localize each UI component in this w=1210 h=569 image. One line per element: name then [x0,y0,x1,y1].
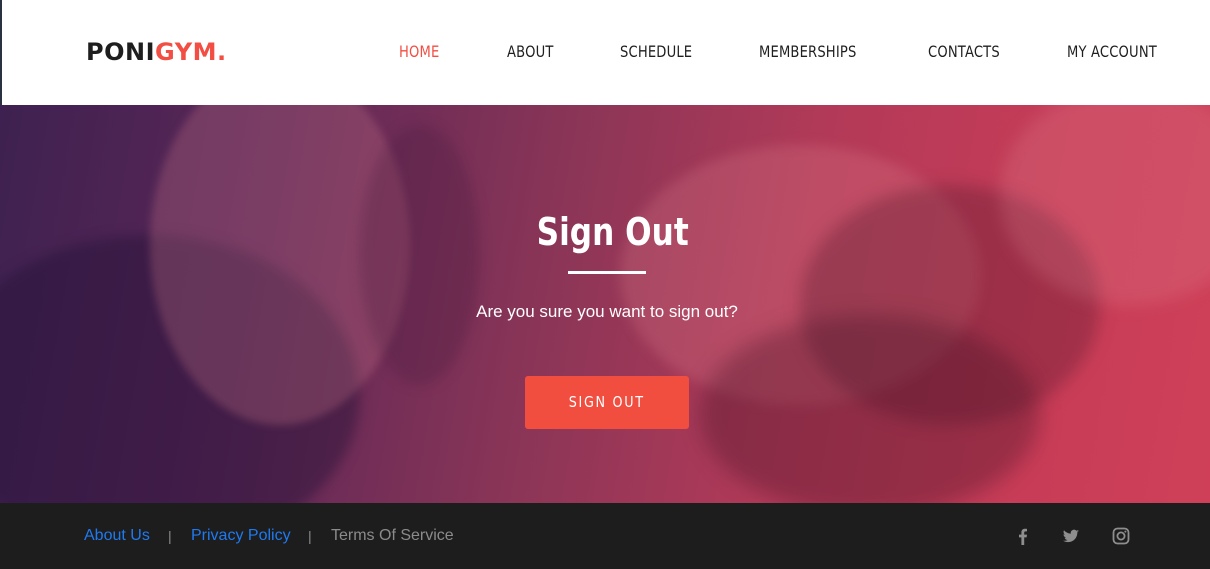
footer-link-terms-of-service[interactable]: Terms Of Service [331,525,454,547]
site-header: PONIGYM. HOME ABOUT SCHEDULE MEMBERSHIPS… [0,0,1210,105]
facebook-icon[interactable] [1012,525,1034,547]
main-nav: HOME ABOUT SCHEDULE MEMBERSHIPS CONTACTS… [2,40,1210,64]
nav-home[interactable]: HOME [399,40,439,64]
hero-background-shape [700,315,1040,503]
nav-memberships[interactable]: MEMBERSHIPS [759,40,856,64]
footer-separator: | [168,528,172,544]
hero-section: Sign Out Are you sure you want to sign o… [0,105,1210,503]
page-title-text: Sign Out [536,210,690,254]
twitter-icon[interactable] [1060,525,1082,547]
footer-link-privacy-policy[interactable]: Privacy Policy [191,525,291,547]
nav-about[interactable]: ABOUT [507,40,554,64]
footer-separator: | [308,528,312,544]
page-title: Sign Out [0,207,1210,257]
nav-my-account[interactable]: MY ACCOUNT [1067,40,1157,64]
footer-link-about-us[interactable]: About Us [84,525,150,547]
site-footer: About Us | Privacy Policy | Terms Of Ser… [0,503,1210,569]
sign-out-button[interactable]: SIGN OUT [525,376,689,429]
nav-contacts[interactable]: CONTACTS [928,40,1000,64]
sign-out-button-label: SIGN OUT [568,393,646,411]
title-underline [568,271,646,274]
nav-schedule[interactable]: SCHEDULE [620,40,692,64]
instagram-icon[interactable] [1110,525,1132,547]
confirmation-message: Are you sure you want to sign out? [476,302,738,321]
